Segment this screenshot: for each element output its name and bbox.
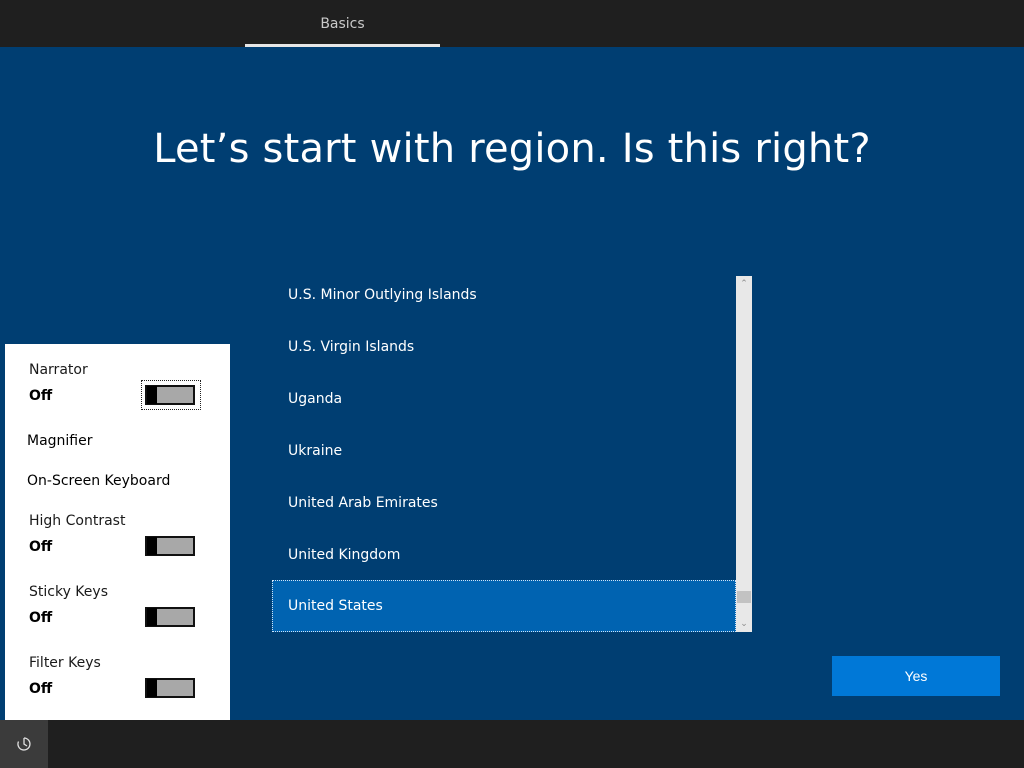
tab-active-indicator [245,44,440,47]
list-item[interactable]: United Arab Emirates [272,477,736,529]
sticky-keys-label: Sticky Keys [29,584,108,600]
narrator-state: Off [29,388,53,404]
scroll-down-icon[interactable]: ⌄ [736,616,752,632]
onscreen-keyboard-button[interactable]: On-Screen Keyboard [27,473,170,489]
scroll-thumb[interactable] [737,591,751,603]
top-bar [0,0,1024,47]
narrator-toggle[interactable] [145,385,195,405]
list-item[interactable]: United Kingdom [272,529,736,581]
tab-basics: Basics [320,16,365,32]
toggle-knob [147,386,157,404]
list-scrollbar[interactable]: ⌃ ⌄ [736,276,752,632]
toggle-knob [147,537,157,555]
yes-button[interactable]: Yes [832,656,1000,696]
ease-of-access-icon [17,737,31,751]
filter-keys-label: Filter Keys [29,655,101,671]
accessibility-button[interactable] [0,720,48,768]
high-contrast-toggle[interactable] [145,536,195,556]
list-item[interactable]: Uganda [272,373,736,425]
magnifier-button[interactable]: Magnifier [27,433,93,449]
toggle-knob [147,608,157,626]
toggle-knob [147,679,157,697]
narrator-label: Narrator [29,362,88,378]
sticky-keys-toggle[interactable] [145,607,195,627]
scroll-up-icon[interactable]: ⌃ [736,276,752,292]
bottom-bar [0,720,1024,768]
list-item-selected[interactable]: United States [272,580,736,632]
sticky-keys-state: Off [29,610,53,626]
region-list[interactable]: U.S. Minor Outlying Islands U.S. Virgin … [272,276,752,632]
filter-keys-state: Off [29,681,53,697]
page-title: Let’s start with region. Is this right? [153,126,871,172]
accessibility-panel: Narrator Off Magnifier On-Screen Keyboar… [5,344,230,720]
list-item[interactable]: U.S. Virgin Islands [272,321,736,373]
list-item[interactable]: Ukraine [272,425,736,477]
list-item[interactable]: U.S. Minor Outlying Islands [272,269,736,321]
filter-keys-toggle[interactable] [145,678,195,698]
high-contrast-label: High Contrast [29,513,126,529]
high-contrast-state: Off [29,539,53,555]
